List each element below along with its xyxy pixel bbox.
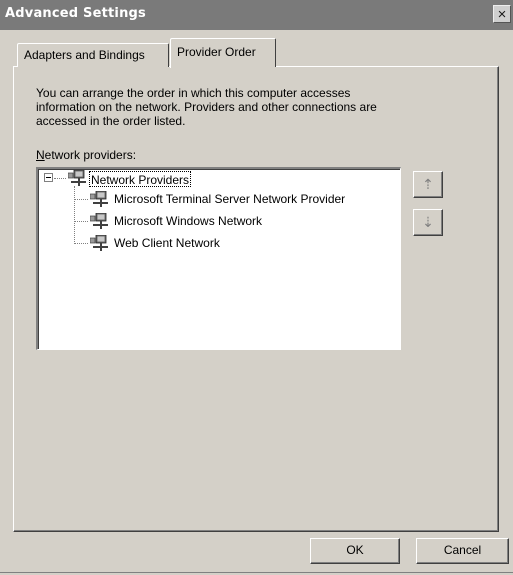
advanced-settings-dialog: Advanced Settings × Adapters and Binding…	[0, 0, 513, 575]
arrow-up-icon: ⇡	[422, 176, 434, 192]
tab-adapters-and-bindings[interactable]: Adapters and Bindings	[17, 43, 169, 67]
tree-item[interactable]: Microsoft Windows Network	[114, 213, 262, 229]
tree-connector	[74, 243, 88, 244]
tree-item[interactable]: Microsoft Terminal Server Network Provid…	[114, 191, 345, 207]
network-icon	[68, 170, 86, 186]
tree-root-label[interactable]: Network Providers	[89, 171, 192, 187]
accelerator-key: N	[36, 148, 45, 162]
network-providers-label: Network providers:	[36, 148, 136, 162]
tab-label: Adapters and Bindings	[24, 48, 145, 62]
collapse-toggle[interactable]	[44, 173, 53, 182]
tree-connector	[74, 186, 75, 244]
tree-item[interactable]: Web Client Network	[114, 235, 220, 251]
move-down-button[interactable]: ⇣	[413, 209, 443, 236]
cancel-button[interactable]: Cancel	[416, 538, 509, 564]
arrow-down-icon: ⇣	[422, 214, 434, 230]
description-text: You can arrange the order in which this …	[36, 86, 436, 128]
label-text: etwork providers:	[44, 148, 137, 162]
close-button[interactable]: ×	[493, 5, 511, 23]
tree-connector	[74, 221, 88, 222]
tree-connector	[54, 178, 66, 179]
title-bar[interactable]: Advanced Settings ×	[0, 0, 513, 30]
close-icon: ×	[497, 6, 507, 23]
tab-provider-order[interactable]: Provider Order	[170, 38, 276, 70]
window-title: Advanced Settings	[5, 6, 146, 21]
network-icon	[90, 235, 108, 251]
network-icon	[90, 191, 108, 207]
description-line: accessed in the order listed.	[36, 114, 186, 128]
description-line: information on the network. Providers an…	[36, 100, 377, 114]
tab-label: Provider Order	[177, 45, 256, 59]
tree-connector	[74, 199, 88, 200]
description-line: You can arrange the order in which this …	[36, 86, 351, 100]
network-icon	[90, 213, 108, 229]
ok-button[interactable]: OK	[310, 538, 400, 564]
move-up-button[interactable]: ⇡	[413, 171, 443, 198]
